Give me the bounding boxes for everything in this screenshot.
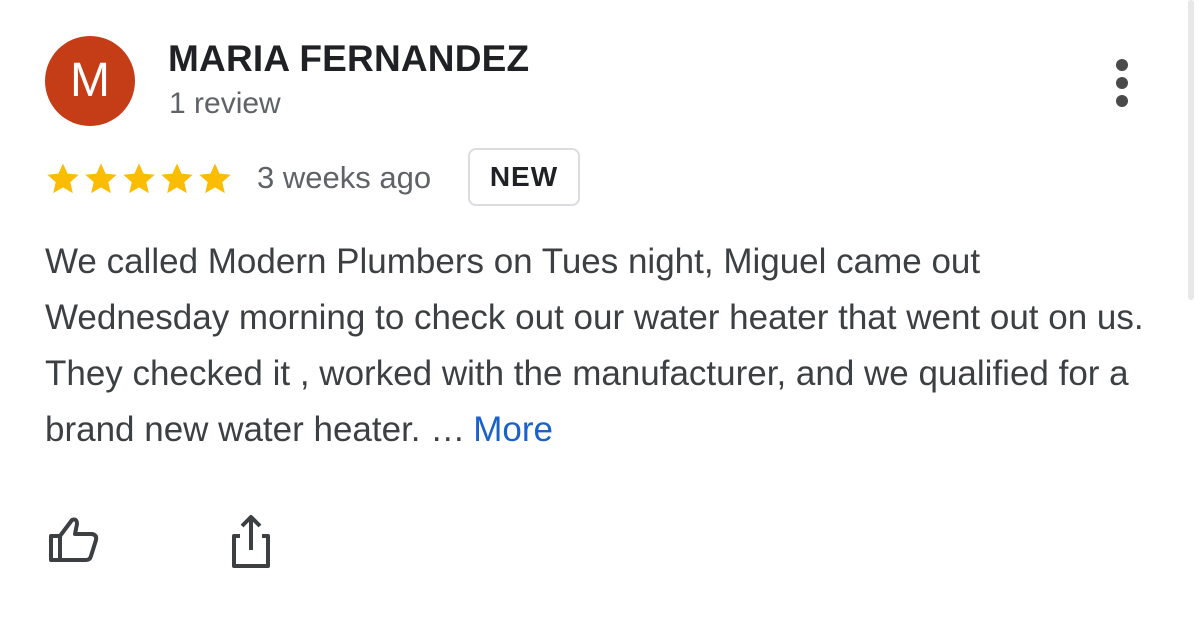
avatar[interactable]: M — [45, 36, 135, 126]
menu-dot — [1116, 59, 1128, 71]
avatar-letter: M — [70, 54, 110, 107]
like-button[interactable] — [45, 512, 105, 572]
review-body: We called Modern Plumbers on Tues night,… — [45, 234, 1165, 458]
star-icon — [161, 163, 193, 194]
reviewer-review-count: 1 review — [169, 87, 281, 120]
new-badge: NEW — [468, 148, 580, 206]
share-icon — [232, 515, 270, 568]
star-icon — [199, 163, 231, 194]
star-icon — [123, 163, 155, 194]
review-time: 3 weeks ago — [257, 160, 432, 195]
menu-dot — [1116, 77, 1128, 89]
reviewer-name[interactable]: MARIA FERNANDEZ — [168, 38, 529, 80]
share-button[interactable] — [222, 512, 282, 572]
review-card: M MARIA FERNANDEZ 1 review 3 weeks ago N… — [0, 0, 1200, 621]
more-link[interactable]: More — [473, 410, 553, 449]
more-vert-icon[interactable] — [1105, 55, 1139, 111]
star-rating — [44, 160, 234, 200]
review-text: We called Modern Plumbers on Tues night,… — [45, 242, 1144, 449]
star-icon — [47, 163, 79, 194]
menu-dot — [1116, 95, 1128, 107]
thumbs-up-icon — [49, 517, 99, 562]
star-icon — [85, 163, 117, 194]
scrollbar[interactable] — [1188, 0, 1194, 300]
